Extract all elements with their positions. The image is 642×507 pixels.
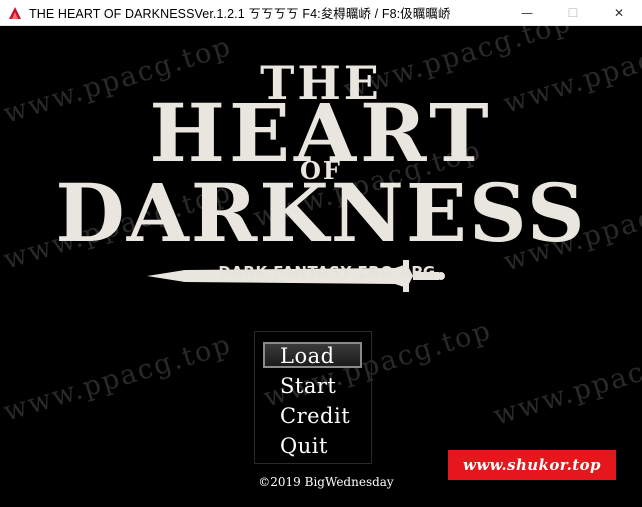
close-icon[interactable]: ✕ xyxy=(596,0,642,26)
menu-item-credit[interactable]: Credit xyxy=(280,404,350,428)
menu-item-load[interactable]: Load xyxy=(280,344,335,368)
logo-subtitle: DARK FANTASY ERO RPG xyxy=(218,263,436,281)
game-canvas[interactable]: www.ppacg.top www.ppacg.top www.ppacg.to… xyxy=(0,26,642,507)
window-controls: — ☐ ✕ xyxy=(504,0,642,26)
menu-item-quit[interactable]: Quit xyxy=(280,434,328,458)
game-logo: THE HEART OF DARKNESS DARK FANTASY ERO R… xyxy=(0,26,642,326)
minimize-icon[interactable]: — xyxy=(504,0,550,26)
site-badge: www.shukor.top xyxy=(448,450,616,480)
app-icon xyxy=(7,5,23,21)
window-title: THE HEART OF DARKNESSVer.1.2.1 ㄎㄎㄎㄎ F4:夋… xyxy=(29,7,451,21)
maximize-icon[interactable]: ☐ xyxy=(550,0,596,26)
window-titlebar[interactable]: THE HEART OF DARKNESSVer.1.2.1 ㄎㄎㄎㄎ F4:夋… xyxy=(0,0,642,26)
site-badge-text: www.shukor.top xyxy=(463,456,601,474)
menu-item-start[interactable]: Start xyxy=(280,374,336,398)
logo-darkness: DARKNESS xyxy=(55,166,587,260)
watermark-text: www.ppacg.top xyxy=(490,332,642,432)
watermark-text: www.ppacg.top xyxy=(0,328,236,428)
